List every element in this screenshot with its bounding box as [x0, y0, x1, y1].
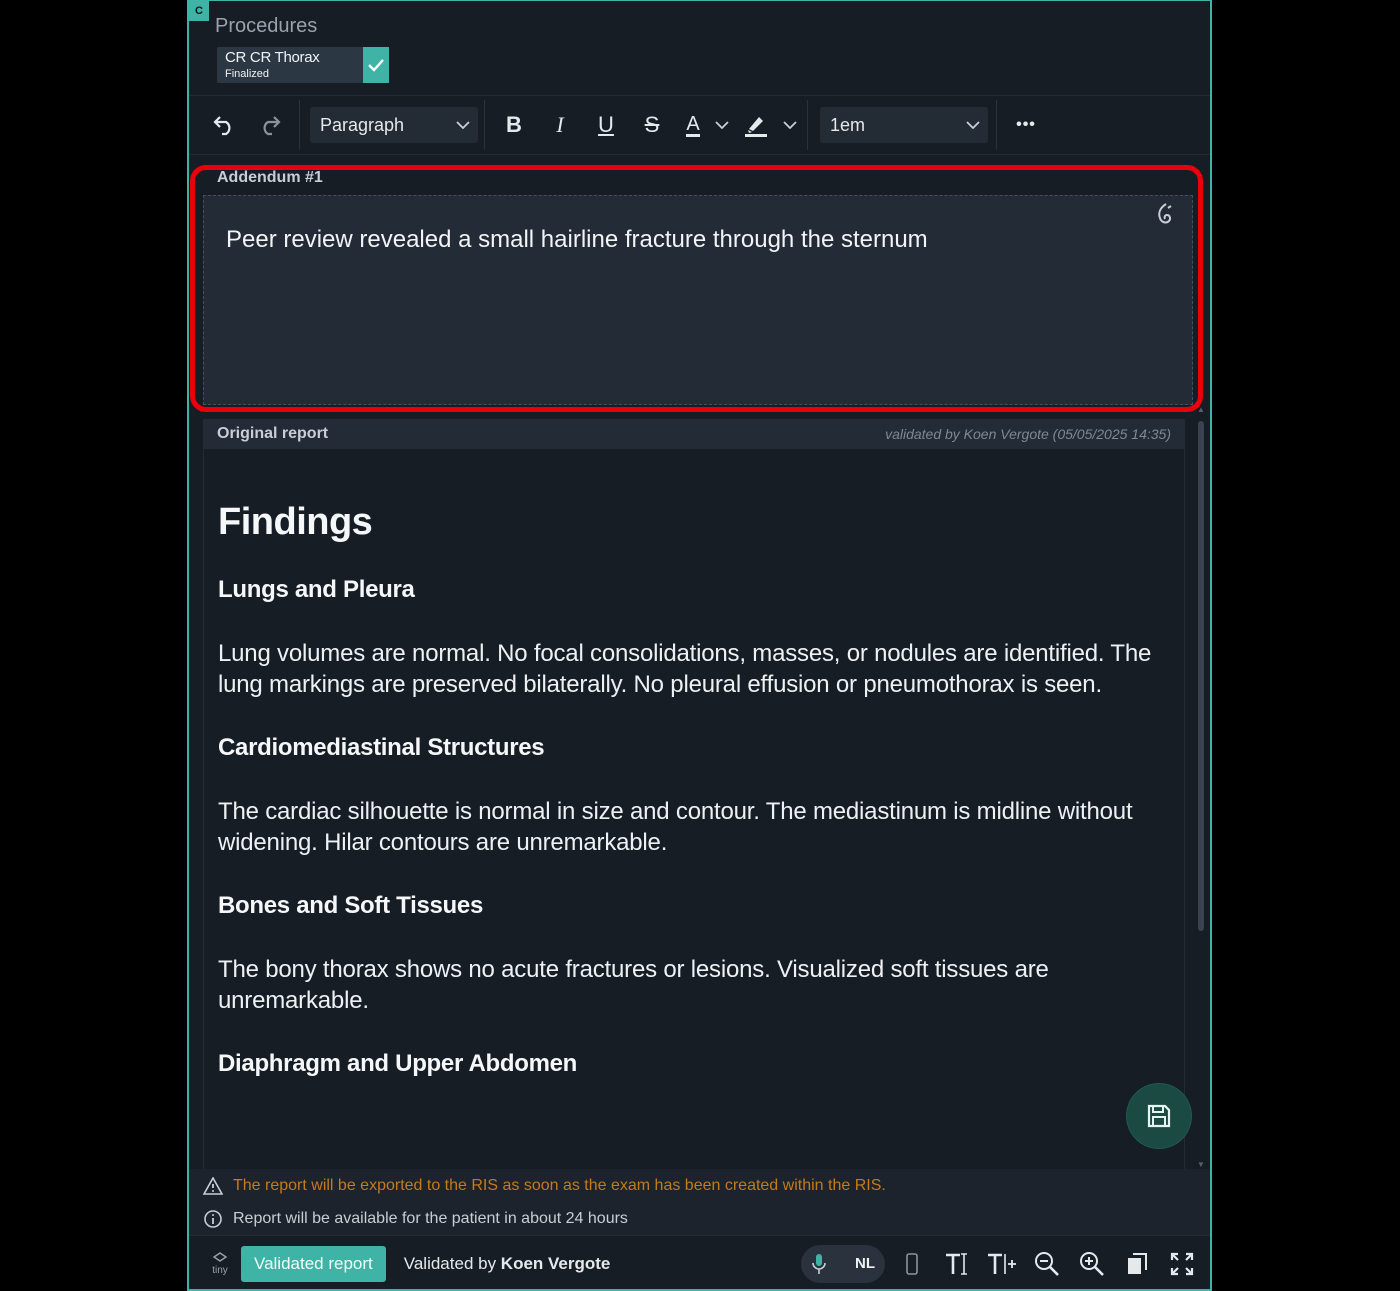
chevron-down-icon[interactable]: [711, 105, 733, 145]
more-options-button[interactable]: •••: [1003, 105, 1049, 145]
chevron-down-icon[interactable]: [779, 105, 801, 145]
check-icon[interactable]: [363, 47, 389, 83]
procedure-status: Finalized: [225, 68, 270, 80]
block-format-select[interactable]: Paragraph: [310, 107, 478, 143]
status-bar-icons: [889, 1244, 1204, 1284]
scroll-down-icon[interactable]: ▼: [1197, 1160, 1205, 1169]
corner-badge: C: [189, 1, 209, 21]
validated-by-prefix: Validated by: [403, 1253, 501, 1273]
validated-report-button[interactable]: Validated report: [241, 1245, 386, 1282]
info-icon: [204, 1210, 222, 1228]
font-size-select[interactable]: 1em: [820, 107, 988, 143]
original-report-label: Original report: [217, 425, 329, 442]
validated-note: validated by Koen Vergote (05/05/2025 14…: [885, 426, 1171, 442]
section-title: Diaphragm and Upper Abdomen: [218, 1050, 578, 1077]
redo-icon[interactable]: [247, 105, 293, 145]
block-format-value: Paragraph: [320, 114, 405, 135]
original-report-header: Original report validated by Koen Vergot…: [203, 419, 1185, 449]
dictation-pill[interactable]: NL: [801, 1244, 885, 1283]
mobile-icon[interactable]: [889, 1244, 934, 1284]
undo-icon[interactable]: [201, 105, 247, 145]
addendum-label: Addendum #1: [217, 169, 323, 186]
language-code[interactable]: NL: [855, 1255, 875, 1272]
scrollbar[interactable]: ▲ ▼: [1196, 405, 1206, 1169]
bold-button[interactable]: B: [491, 105, 537, 145]
text-size-increase-icon[interactable]: [979, 1244, 1024, 1284]
section-body: The cardiac silhouette is normal in size…: [218, 798, 1133, 856]
procedure-chip-text: CR CR Thorax Finalized: [217, 47, 363, 83]
text-size-icon[interactable]: [934, 1244, 979, 1284]
microphone-icon[interactable]: [811, 1253, 827, 1275]
export-notice-text: The report will be exported to the RIS a…: [233, 1177, 886, 1194]
toolbar-separator: [807, 100, 808, 150]
toolbar-separator: [299, 100, 300, 150]
section-body: The bony thorax shows no acute fractures…: [218, 956, 1049, 1014]
warning-icon: [203, 1177, 223, 1195]
patient-notice: Report will be available for the patient…: [203, 1209, 628, 1229]
zoom-out-icon[interactable]: [1024, 1244, 1069, 1284]
validated-by: Validated by Koen Vergote: [404, 1254, 611, 1274]
notices: The report will be exported to the RIS a…: [189, 1169, 1210, 1235]
italic-button[interactable]: I: [537, 105, 583, 145]
save-icon: [1147, 1104, 1171, 1128]
tiny-logo-text: tiny: [212, 1265, 228, 1276]
status-bar: tiny Validated report Validated by Koen …: [189, 1235, 1210, 1289]
original-report-body: Findings Lungs and Pleura Lung volumes a…: [203, 449, 1185, 1169]
validated-by-name: Koen Vergote: [500, 1253, 611, 1273]
dragon-icon[interactable]: [1154, 202, 1174, 231]
underline-button[interactable]: U: [583, 105, 629, 145]
section-title: Lungs and Pleura: [218, 576, 415, 603]
addendum-editor[interactable]: Peer review revealed a small hairline fr…: [203, 195, 1193, 405]
save-button[interactable]: [1127, 1084, 1191, 1148]
section-body: Lung volumes are normal. No focal consol…: [218, 640, 1152, 698]
strikethrough-button[interactable]: S: [629, 105, 675, 145]
scroll-up-icon[interactable]: ▲: [1197, 405, 1205, 414]
tiny-logo: tiny: [205, 1252, 235, 1276]
report-heading: Findings: [218, 501, 373, 543]
text-color-button[interactable]: A: [675, 105, 711, 145]
patient-notice-text: Report will be available for the patient…: [233, 1210, 628, 1227]
zoom-in-icon[interactable]: [1069, 1244, 1114, 1284]
toolbar-separator: [996, 100, 997, 150]
chevron-down-icon: [966, 121, 980, 129]
highlighter-icon[interactable]: [733, 105, 779, 145]
report-panel: C Procedures CR CR Thorax Finalized Para…: [187, 0, 1212, 1291]
text-color-glyph: A: [686, 112, 700, 137]
addendum-text[interactable]: Peer review revealed a small hairline fr…: [226, 226, 928, 254]
procedure-name: CR CR Thorax: [225, 49, 320, 66]
section-title: Cardiomediastinal Structures: [218, 734, 545, 761]
section-title: Bones and Soft Tissues: [218, 892, 484, 919]
chevron-down-icon: [456, 121, 470, 129]
export-notice: The report will be exported to the RIS a…: [203, 1177, 886, 1195]
copy-icon[interactable]: [1114, 1244, 1159, 1284]
toolbar-separator: [484, 100, 485, 150]
procedures-title: Procedures: [215, 15, 318, 37]
editor-toolbar: Paragraph B I U S A 1em •••: [189, 95, 1210, 155]
procedure-chip[interactable]: CR CR Thorax Finalized: [217, 47, 389, 83]
fullscreen-icon[interactable]: [1159, 1244, 1204, 1284]
font-size-value: 1em: [830, 114, 866, 135]
scrollbar-thumb[interactable]: [1198, 421, 1204, 931]
